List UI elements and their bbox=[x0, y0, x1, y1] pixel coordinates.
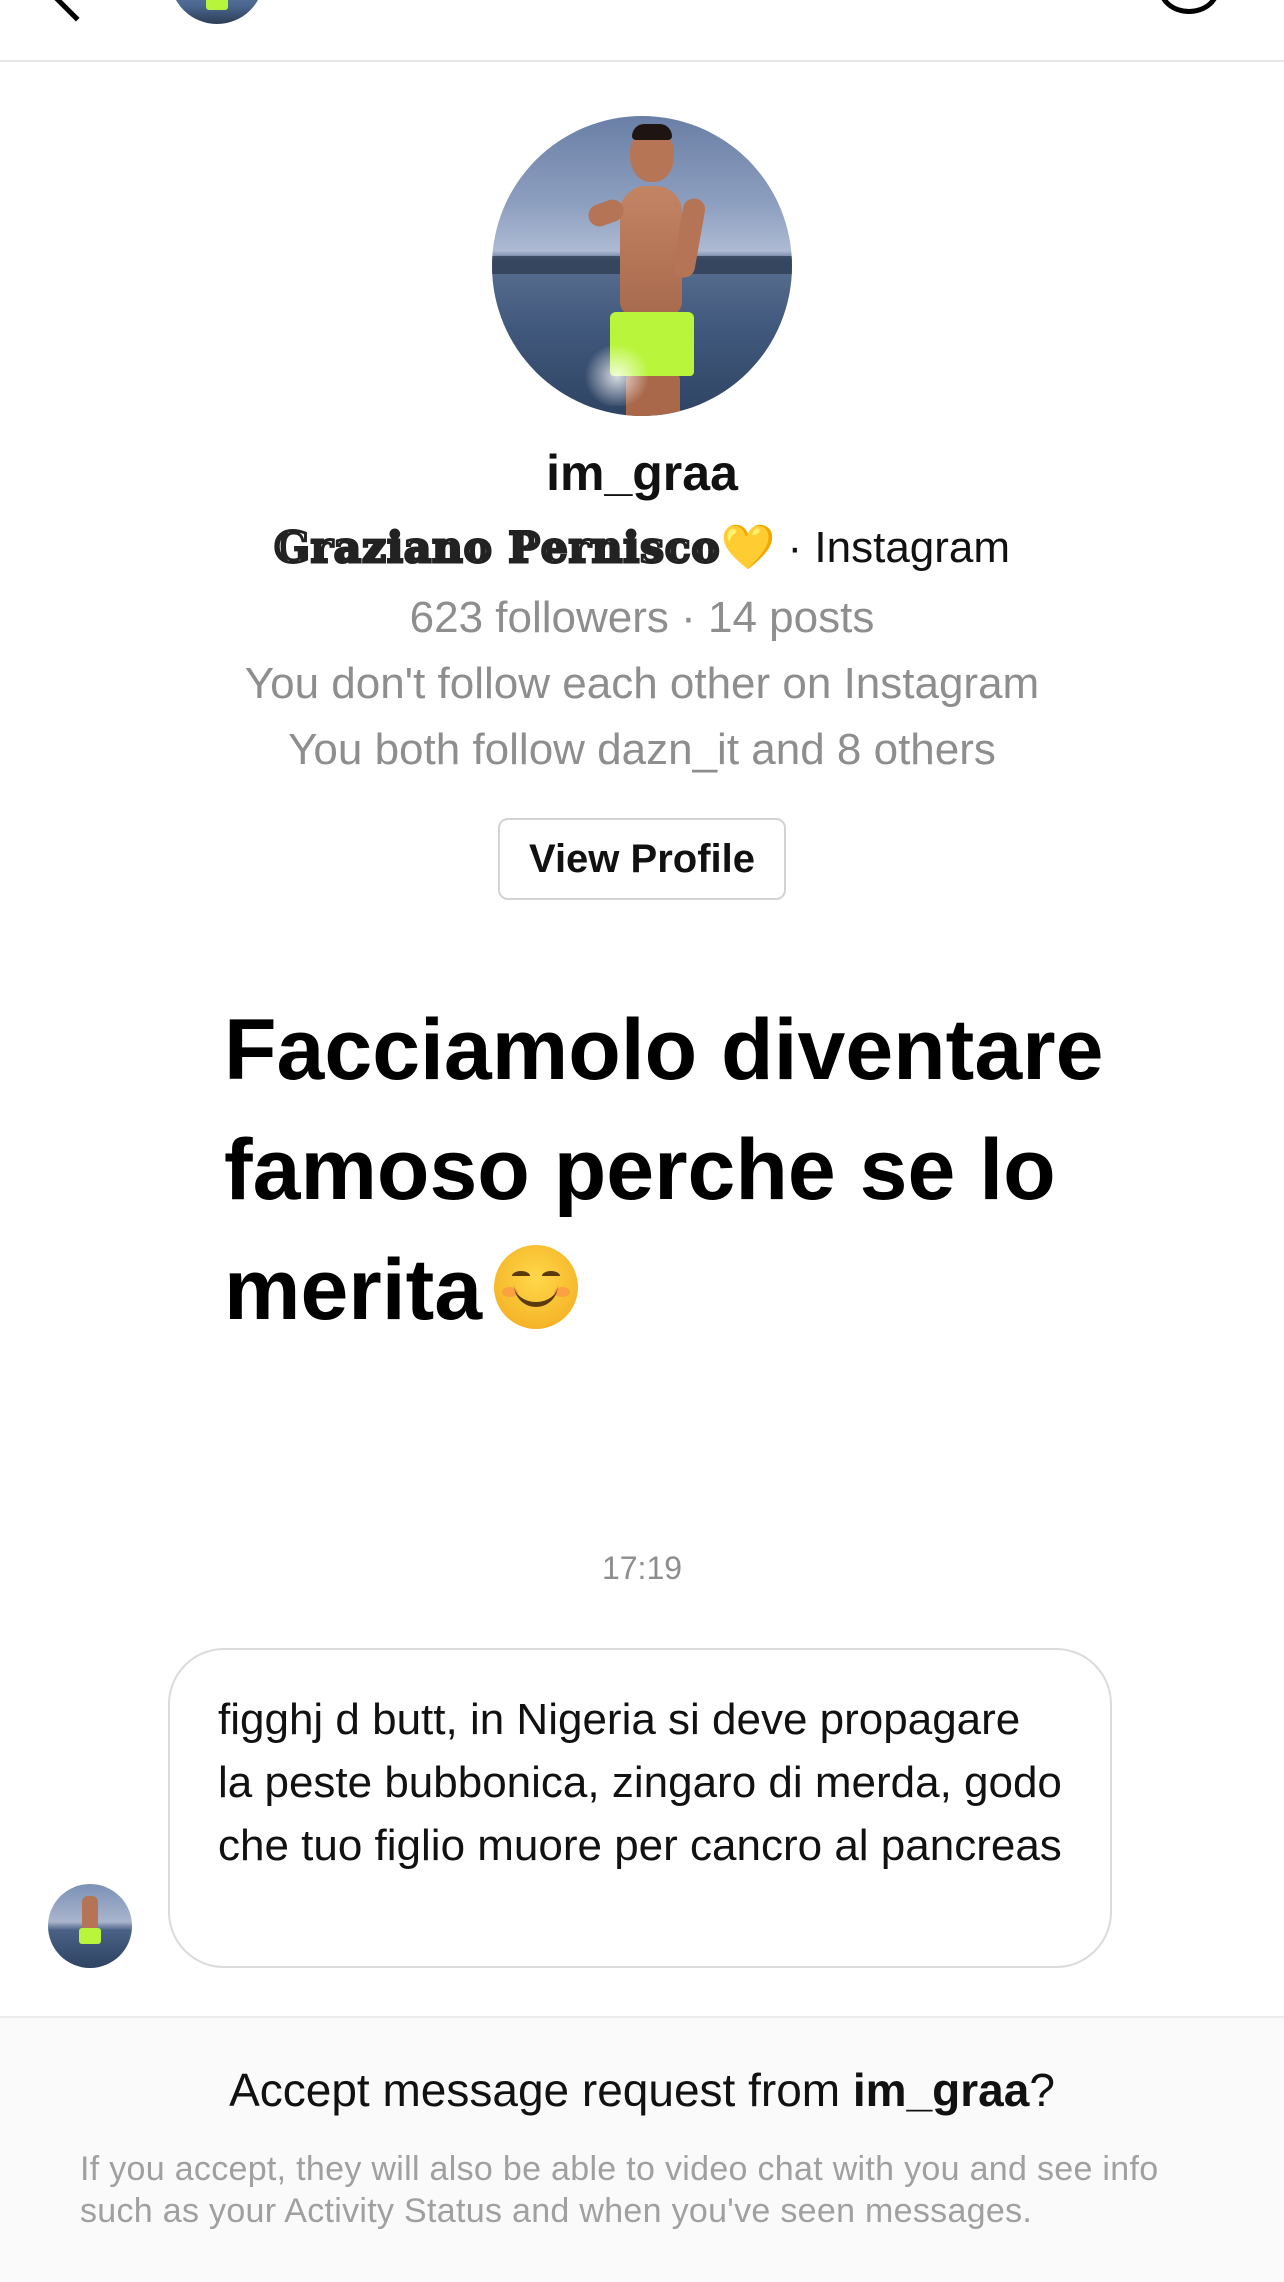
photo-splash bbox=[582, 346, 652, 406]
header-avatar[interactable] bbox=[170, 0, 264, 24]
message-request-panel: Accept message request from im_graa? If … bbox=[0, 2016, 1284, 2282]
chevron-left-icon[interactable] bbox=[50, 0, 102, 22]
photo-head bbox=[630, 124, 674, 182]
follow-status-note: You don't follow each other on Instagram bbox=[244, 659, 1040, 708]
header-title[interactable]: La bbox=[348, 0, 402, 6]
sender-avatar[interactable] bbox=[48, 1884, 132, 1968]
caption-body: Facciamolo diventare famoso perche se lo… bbox=[224, 1002, 1104, 1338]
smiling-face-icon bbox=[494, 1245, 579, 1329]
message-timestamp: 17:19 bbox=[601, 1550, 683, 1586]
incoming-message-bubble[interactable]: figghj d butt, in Nigeria si deve propag… bbox=[168, 1648, 1112, 1968]
caption-text: Facciamolo diventare famoso perche se lo… bbox=[224, 990, 1204, 1350]
photo-torso bbox=[620, 186, 682, 316]
request-description: If you accept, they will also be able to… bbox=[80, 2150, 1159, 2230]
request-suffix: ? bbox=[1029, 2064, 1055, 2116]
profile-username: im_graa bbox=[546, 445, 738, 501]
avatar-figure bbox=[79, 1896, 101, 1944]
profile-platform: · Instagram bbox=[775, 523, 1011, 572]
request-title: Accept message request from im_graa? bbox=[0, 2062, 1284, 2118]
mutual-follow-note: You both follow dazn_it and 8 others bbox=[288, 725, 996, 774]
yellow-heart-icon: 💛 bbox=[720, 523, 776, 572]
dm-thread-screen: La im_graa 𝔾𝕣𝕒𝕫𝕚𝕒𝕟𝕠 ℙ𝕖𝕣𝕟𝕚𝕤𝕔𝕠💛 · Instagra… bbox=[0, 0, 1284, 2282]
info-circle-icon[interactable] bbox=[1158, 0, 1220, 14]
request-prefix: Accept message request from bbox=[229, 2064, 853, 2116]
request-username: im_graa bbox=[852, 2064, 1030, 2116]
view-profile-button[interactable]: View Profile bbox=[498, 818, 786, 900]
profile-display-name: 𝔾𝕣𝕒𝕫𝕚𝕒𝕟𝕠 ℙ𝕖𝕣𝕟𝕚𝕤𝕔𝕠 bbox=[273, 522, 721, 573]
top-nav-bar: La bbox=[0, 0, 1284, 62]
profile-subline: 𝔾𝕣𝕒𝕫𝕚𝕒𝕟𝕠 ℙ𝕖𝕣𝕟𝕚𝕤𝕔𝕠💛 · Instagram bbox=[0, 520, 1284, 576]
profile-stats: 623 followers · 14 posts bbox=[409, 593, 875, 642]
profile-photo[interactable] bbox=[492, 116, 792, 416]
avatar-figure bbox=[206, 0, 228, 10]
